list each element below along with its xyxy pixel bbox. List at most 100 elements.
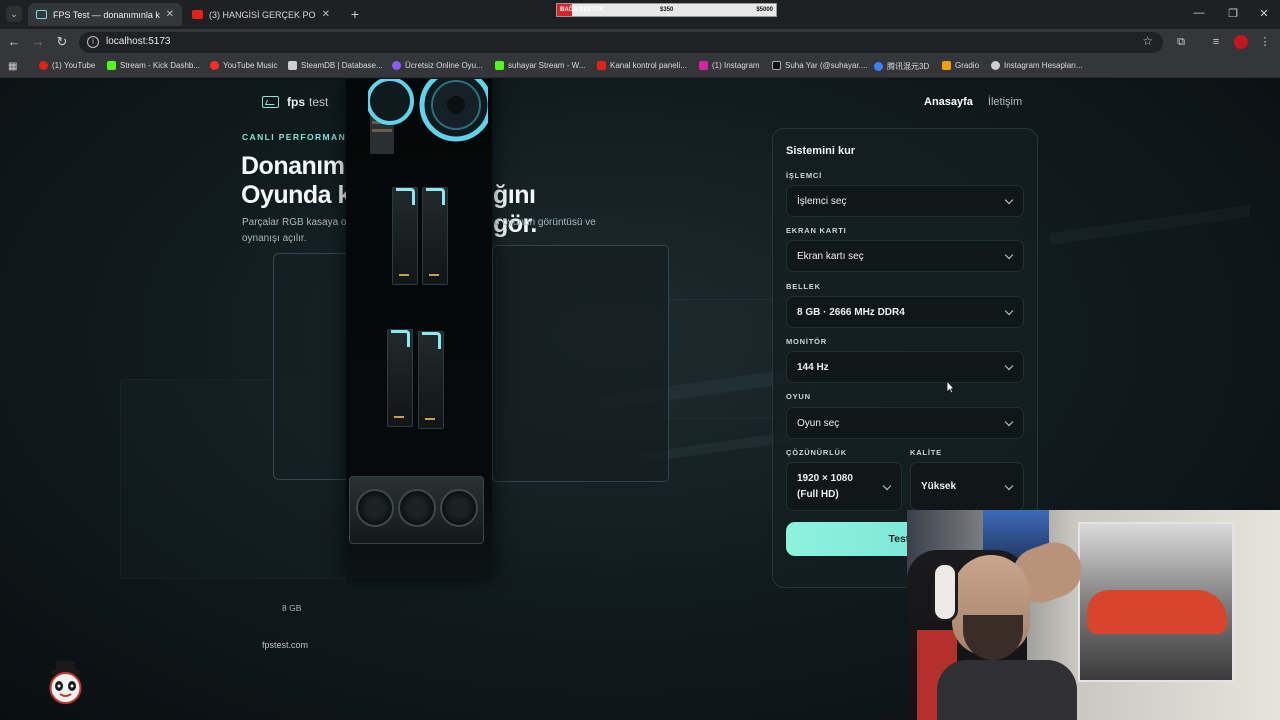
gpu-fan-icon	[440, 489, 478, 527]
memory-label: BELLEK	[786, 282, 821, 291]
bookmark-hunyuan[interactable]: 腾讯混元3D	[874, 61, 929, 72]
resolution-select[interactable]: 1920 × 1080 (Full HD)	[786, 462, 902, 511]
steamdb-icon	[288, 61, 297, 70]
logo-test: test	[309, 95, 329, 109]
hero-subtitle-left: Parçalar RGB kasaya otu	[242, 217, 355, 228]
bookmark-tiktok[interactable]: Suha Yar (@suhayar....	[772, 61, 868, 70]
bookmark-kick[interactable]: Stream - Kick Dashb...	[107, 61, 200, 70]
gpu-label: EKRAN KARTI	[786, 226, 847, 235]
monitor-icon	[36, 10, 47, 19]
close-icon[interactable]: ✕	[322, 9, 330, 20]
bookmark-gradio[interactable]: Gradio	[942, 61, 979, 70]
forward-arrow-icon[interactable]: →	[29, 33, 47, 51]
reload-icon[interactable]: ↻	[53, 33, 71, 51]
game-icon	[392, 61, 401, 70]
bookmark-instagram[interactable]: (1) Instagram	[699, 61, 760, 70]
donation-label: BAĞA DESTEK	[560, 7, 604, 13]
window-close-icon[interactable]: ✕	[1256, 7, 1272, 20]
media-controls-icon[interactable]: ≡	[1209, 35, 1223, 49]
quality-label: KALİTE	[910, 448, 942, 457]
extensions-icon[interactable]: ⧉	[1174, 35, 1188, 49]
chevron-down-icon	[1004, 361, 1014, 371]
bookmark-label: (1) YouTube	[52, 61, 96, 70]
bookmark-channel-panel[interactable]: Kanal kontrol paneli...	[597, 61, 687, 70]
tab-youtube[interactable]: (3) HANGİSİ GERÇEK POLİS? @ ✕	[184, 3, 338, 26]
monitor-pulse-icon	[262, 96, 279, 108]
bookmark-steamdb[interactable]: SteamDB | Database...	[288, 61, 383, 70]
back-arrow-icon[interactable]: ←	[5, 33, 23, 51]
bookmark-star-icon[interactable]: ☆	[1142, 34, 1153, 48]
bookmarks-bar: ▦ (1) YouTube Stream - Kick Dashb... You…	[0, 56, 1280, 78]
background-streak	[1050, 204, 1250, 246]
memory-caption: 8 GB	[282, 603, 302, 613]
donation-current: $350	[660, 7, 674, 13]
game-select[interactable]: Oyun seç	[786, 407, 1024, 439]
card-title: Sistemini kur	[786, 145, 856, 157]
cpu-select[interactable]: İşlemci seç	[786, 185, 1024, 217]
headset-icon	[932, 562, 958, 622]
bookmark-label: YouTube Music	[223, 61, 278, 70]
gpu-select-value: Ekran kartı seç	[797, 250, 864, 262]
monitor-select[interactable]: 144 Hz	[786, 351, 1024, 383]
graphics-card-visual	[349, 476, 484, 544]
webcam-red-car	[1087, 590, 1227, 634]
apps-grid-icon[interactable]: ▦	[8, 61, 19, 72]
memory-select[interactable]: 8 GB · 2666 MHz DDR4	[786, 296, 1024, 328]
bookmark-label: Gradio	[955, 61, 980, 70]
resolution-label: ÇÖZÜNÜRLÜK	[786, 448, 847, 457]
nav-contact-link[interactable]: İletişim	[988, 96, 1022, 108]
bookmark-online-games[interactable]: Ücretsiz Online Oyu...	[392, 61, 483, 70]
ram-stick	[422, 187, 448, 285]
youtube-music-icon	[210, 61, 219, 70]
site-nav: Anasayfa İletişim	[924, 96, 1022, 108]
bookmark-instagram-accounts[interactable]: Instagram Hesapları...	[991, 61, 1083, 70]
ram-stick	[418, 331, 444, 429]
bookmark-youtube-music[interactable]: YouTube Music	[210, 61, 278, 70]
quality-select-value: Yüksek	[921, 481, 957, 492]
bookmark-label: Kanal kontrol paneli...	[610, 61, 687, 70]
close-icon[interactable]: ✕	[166, 9, 174, 20]
ram-stick	[387, 329, 413, 427]
pc-case-side-panel	[492, 245, 669, 482]
gpu-fan-icon	[398, 489, 436, 527]
maximize-icon[interactable]: ❐	[1225, 7, 1241, 20]
bookmark-label: 腾讯混元3D	[887, 62, 930, 71]
chevron-down-icon	[1004, 195, 1014, 205]
gpu-fan-icon	[356, 489, 394, 527]
tab-fps-test[interactable]: FPS Test — donanımınla kaç FPS ✕	[28, 3, 182, 26]
hunyuan-icon	[874, 62, 883, 71]
gpu-select[interactable]: Ekran kartı seç	[786, 240, 1024, 272]
ram-stick	[392, 187, 418, 285]
youtube-icon	[597, 61, 606, 70]
new-tab-button[interactable]: +	[346, 5, 364, 23]
chevron-down-icon	[1004, 417, 1014, 427]
hero-subtitle-right: o oyunun görüntüsü ve	[494, 217, 596, 228]
bookmark-youtube[interactable]: (1) YouTube	[39, 61, 95, 70]
address-url: localhost:5173	[106, 36, 171, 47]
more-menu-icon[interactable]: ⋮	[1258, 35, 1272, 49]
address-bar[interactable]: i localhost:5173 ☆	[79, 32, 1163, 53]
footer-url[interactable]: fpstest.com	[262, 640, 308, 650]
donation-goal: $5000	[756, 7, 773, 13]
minimize-icon[interactable]: —	[1191, 7, 1207, 19]
monitor-label: MONİTÖR	[786, 337, 828, 346]
browser-tab-bar: ⌄ FPS Test — donanımınla kaç FPS ✕ (3) H…	[0, 0, 1280, 29]
youtube-icon	[39, 61, 48, 70]
instagram-icon	[699, 61, 708, 70]
profile-avatar[interactable]	[1234, 35, 1248, 49]
cpu-label: İŞLEMCİ	[786, 171, 823, 180]
game-select-value: Oyun seç	[797, 417, 840, 429]
monitor-select-value: 144 Hz	[797, 361, 829, 373]
chevron-down-icon	[1004, 250, 1014, 260]
bookmark-kick-stream[interactable]: suhayar Stream - W...	[495, 61, 585, 70]
tab-search-button[interactable]: ⌄	[6, 6, 22, 22]
chevron-down-icon	[1004, 481, 1014, 491]
site-logo[interactable]: fps test	[262, 95, 328, 109]
streamer-webcam-overlay	[907, 510, 1280, 720]
nav-home-link[interactable]: Anasayfa	[924, 96, 973, 108]
tab-title: (3) HANGİSİ GERÇEK POLİS? @	[209, 9, 316, 20]
site-info-icon[interactable]: i	[87, 36, 99, 48]
chevron-down-icon	[1004, 306, 1014, 316]
globe-icon	[991, 61, 1000, 70]
quality-select[interactable]: Yüksek	[910, 462, 1024, 511]
